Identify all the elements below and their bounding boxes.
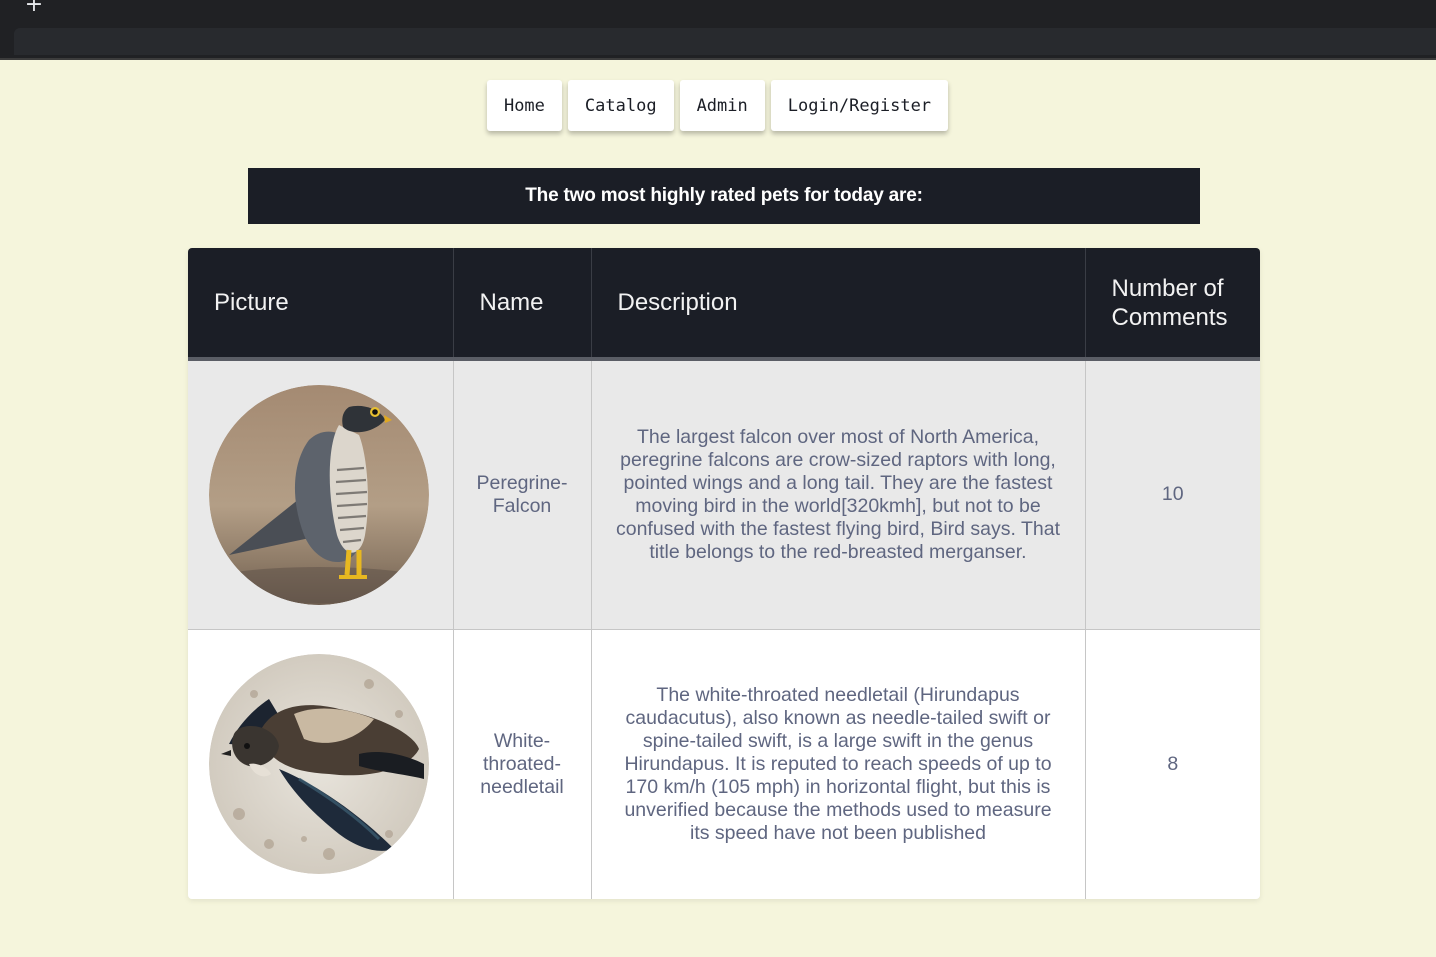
header-picture: Picture [188, 248, 454, 361]
main-nav: Home Catalog Admin Login/Register [0, 80, 1436, 131]
toolbar-area [0, 24, 1436, 60]
needletail-swift-photo[interactable] [209, 654, 429, 875]
picture-cell [188, 629, 454, 899]
nav-admin-button[interactable]: Admin [679, 80, 765, 131]
chrome-divider [0, 58, 1436, 60]
name-cell: White- throated- needletail [453, 629, 592, 899]
pet-description: The white-throated needletail (Hirundapu… [624, 683, 1052, 844]
picture-cell [188, 359, 454, 630]
header-description: Description [591, 248, 1086, 361]
peregrine-falcon-photo[interactable] [209, 384, 429, 605]
pet-name-line: needletail [480, 775, 564, 798]
header-name: Name [453, 248, 592, 361]
pet-name-line: Falcon [492, 494, 552, 517]
comments-count-cell: 10 [1085, 359, 1260, 630]
description-cell: The largest falcon over most of North Am… [591, 359, 1086, 630]
pet-name-line: White- [493, 729, 551, 752]
nav-login-register-button[interactable]: Login/Register [770, 80, 949, 131]
description-cell: The white-throated needletail (Hirundapu… [591, 629, 1086, 899]
nav-catalog-button[interactable]: Catalog [567, 80, 674, 131]
address-bar[interactable] [14, 28, 1436, 55]
top-rated-banner: The two most highly rated pets for today… [248, 168, 1200, 224]
header-comments-line2: Comments [1111, 303, 1228, 331]
pet-description: The largest falcon over most of North Am… [615, 425, 1061, 563]
name-cell: Peregrine- Falcon [453, 359, 592, 630]
pet-name-line: throated- [482, 752, 562, 775]
pet-name-line: Peregrine- [476, 471, 568, 494]
table-row: White- throated- needletail The white-th… [188, 629, 1260, 899]
header-comments-line1: Number of [1111, 274, 1224, 302]
pets-table: Picture Name Description Number of Comme… [188, 248, 1260, 899]
nav-home-button[interactable]: Home [486, 80, 562, 131]
browser-chrome: + [0, 0, 1436, 60]
new-tab-button[interactable]: + [24, 0, 44, 16]
comments-count-cell: 8 [1085, 629, 1260, 899]
tab-strip: + [0, 0, 1436, 24]
table-header-row: Picture Name Description Number of Comme… [188, 248, 1260, 361]
table-row: Peregrine- Falcon The largest falcon ove… [188, 359, 1260, 630]
header-number-of-comments: Number of Comments [1085, 248, 1260, 361]
